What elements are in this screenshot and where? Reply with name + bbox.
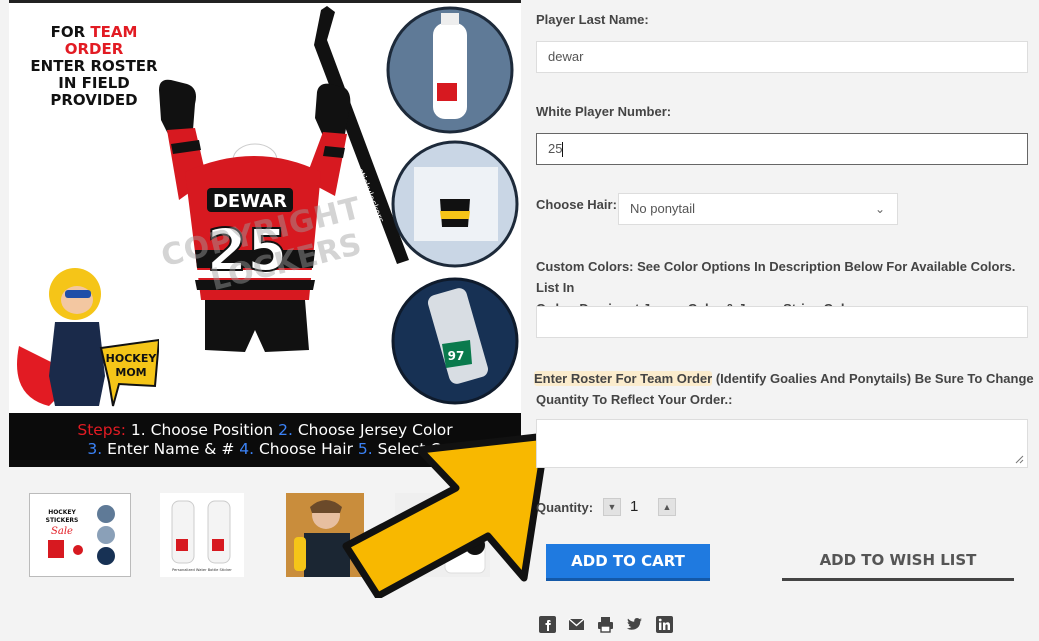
thumbnail-hockey-stickers[interactable]: HOCKEY STICKERS Sale [29, 493, 131, 577]
quantity-decrement-button[interactable]: ▼ [603, 498, 621, 516]
badge-line-1: HOCKEY [106, 352, 158, 365]
player-number-input[interactable]: 25 [536, 133, 1028, 165]
thumb2-caption: Personalized Water Bottle Sticker [172, 568, 232, 572]
chevron-down-icon: ⌄ [874, 202, 885, 216]
product-main-image[interactable]: FOR TEAM ORDER ENTER ROSTER IN FIELD PRO… [9, 0, 521, 467]
last-name-label: Player Last Name: [536, 12, 649, 27]
twitter-icon[interactable] [626, 616, 643, 633]
email-icon[interactable] [568, 616, 585, 633]
jersey-name-text: DEWAR [213, 191, 287, 212]
hair-select[interactable]: No ponytail ⌄ [618, 193, 898, 225]
facebook-icon[interactable] [539, 616, 556, 633]
product-circle-laptop [391, 140, 519, 268]
badge-line-2: MOM [115, 366, 146, 379]
add-to-cart-button[interactable]: ADD TO CART [546, 544, 710, 581]
thumb1-title: HOCKEY [48, 509, 76, 516]
add-to-wishlist-button[interactable]: ADD TO WISH LIST [782, 544, 1014, 581]
roster-textarea[interactable] [536, 419, 1028, 468]
player-number-label: White Player Number: [536, 104, 672, 119]
quantity-increment-button[interactable]: ▲ [658, 498, 676, 516]
linkedin-icon[interactable] [656, 616, 673, 633]
hair-label: Choose Hair: [536, 197, 617, 212]
roster-label-highlight: Enter Roster For Team Order [534, 371, 713, 386]
pointer-arrow-icon [342, 432, 550, 598]
text-cursor [562, 142, 564, 158]
player-number-value: 25 [548, 141, 563, 156]
thumb1-title-2: STICKERS [46, 517, 79, 524]
resize-handle-icon[interactable] [1015, 455, 1024, 464]
thumb1-sale: Sale [51, 526, 73, 537]
hair-select-value: No ponytail [630, 201, 696, 216]
last-name-input[interactable]: dewar [536, 41, 1028, 73]
product-circle-bottle [386, 6, 514, 134]
product-circle-phone: 97 [391, 277, 519, 405]
quantity-value[interactable]: 1 [630, 498, 638, 515]
quantity-label: Quantity: [536, 500, 594, 515]
thumbnail-water-bottles[interactable]: Personalized Water Bottle Sticker [160, 493, 244, 577]
hockey-mom-illustration: HOCKEY MOM [17, 268, 159, 407]
sticker-number: 97 [448, 349, 465, 363]
roster-label: Enter Roster For Team Order (Identify Go… [534, 371, 1034, 407]
print-icon[interactable] [597, 616, 614, 633]
custom-colors-input[interactable] [536, 306, 1028, 338]
